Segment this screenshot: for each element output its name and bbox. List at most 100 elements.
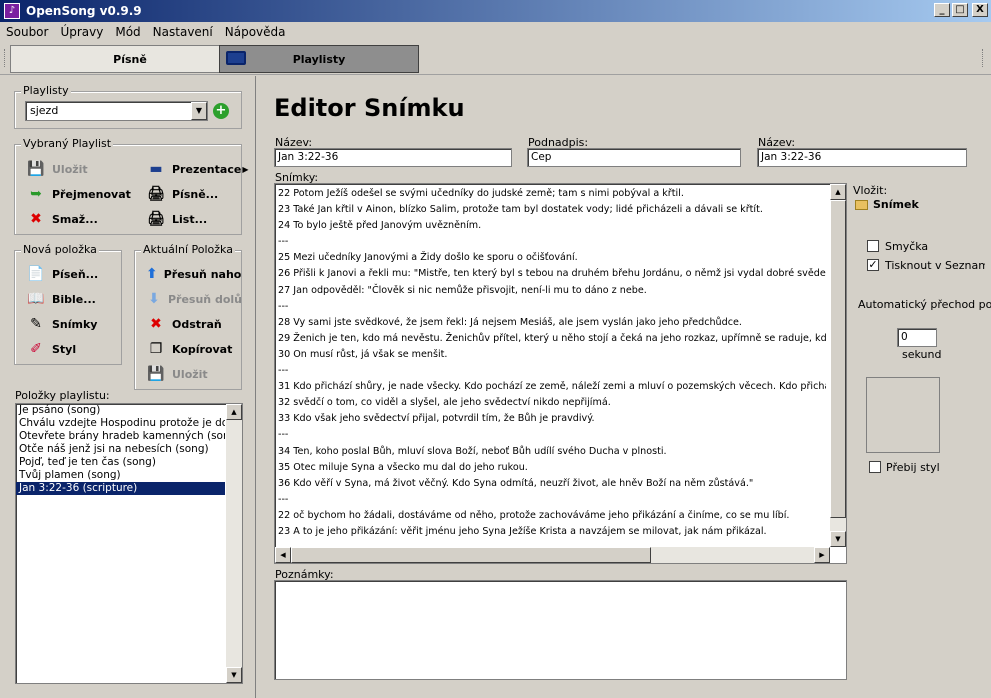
style-preview <box>866 377 940 453</box>
slide-line: 26 Přišli k Janovi a řekli mu: "Mistře, … <box>278 268 826 280</box>
title-bar: ♪ OpenSong v0.9.9 _ □ X <box>0 0 991 22</box>
move-up-button[interactable]: ⬆ Přesuň nahoru <box>146 265 242 283</box>
slide-line: 23 A to je jeho přikázání: věřit jménu j… <box>278 525 767 537</box>
playlist-select-value: sjezd <box>30 104 59 117</box>
playlist-select[interactable]: sjezd ▼ <box>25 101 208 121</box>
new-bible-button[interactable]: 📖 Bible... <box>26 290 96 308</box>
slide-line: 35 Otec miluje Syna a všecko mu dal do j… <box>278 461 528 473</box>
style-icon: ✐ <box>30 341 42 357</box>
slides-vscroll[interactable]: ▲ ▼ <box>830 184 846 547</box>
print-songs-button[interactable]: 🖨 Písně... <box>146 185 218 203</box>
add-playlist-icon[interactable]: + <box>213 103 229 119</box>
delete-playlist-label: Smaž... <box>52 212 98 226</box>
scroll-up-icon[interactable]: ▲ <box>830 184 846 200</box>
scroll-up-icon[interactable]: ▲ <box>226 404 242 420</box>
loop-checkbox[interactable] <box>867 240 879 252</box>
minimize-button[interactable]: _ <box>934 3 950 17</box>
page-title: Editor Snímku <box>274 94 465 122</box>
delete-playlist-button[interactable]: ✖ Smaž... <box>26 210 98 228</box>
scroll-thumb[interactable] <box>830 200 846 518</box>
list-item[interactable]: Pojď, teď je ten čas (song) <box>16 456 225 469</box>
auto-advance-label: Automatický přechod po:: <box>858 298 991 311</box>
list-item-selected[interactable]: Jan 3:22-36 (scripture) <box>16 482 225 495</box>
arrow-down-icon: ⬇ <box>148 291 160 307</box>
rename-playlist-button[interactable]: ➥ Přejmenovat <box>26 185 131 203</box>
new-item-legend: Nová položka <box>21 243 99 256</box>
save-item-button[interactable]: 💾 Uložit <box>146 365 208 383</box>
songs-tab-label: Písně <box>113 52 147 66</box>
new-song-button[interactable]: 📄 Píseň... <box>26 265 98 283</box>
toolbar: Písně Playlisty <box>0 43 991 75</box>
menu-help[interactable]: Nápověda <box>225 25 286 39</box>
copy-item-button[interactable]: ❐ Kopírovat <box>146 340 233 358</box>
delete-icon: ✖ <box>30 211 42 227</box>
save-playlist-button[interactable]: 💾 Uložit <box>26 160 87 178</box>
menu-file[interactable]: Soubor <box>6 25 48 39</box>
seconds-label: sekund <box>902 348 942 361</box>
move-down-button[interactable]: ⬇ Přesuň dolů <box>146 290 242 308</box>
playlist-items-label: Položky playlistu: <box>15 389 110 402</box>
subtitle-field[interactable]: Cep <box>527 148 741 167</box>
auto-advance-input[interactable]: 0 <box>897 328 937 347</box>
menu-mode[interactable]: Mód <box>115 25 140 39</box>
print-checkbox[interactable]: ✓ <box>867 259 879 271</box>
new-slides-label: Snímky <box>52 317 98 331</box>
slide-line: 25 Mezi učedníky Janovými a Židy došlo k… <box>278 252 578 264</box>
scroll-right-icon[interactable]: ▶ <box>814 547 830 563</box>
list-item[interactable]: Otevřete brány hradeb kamenných (song) <box>16 430 225 443</box>
slide-line: --- <box>278 429 289 441</box>
floppy-icon: 💾 <box>147 366 165 382</box>
insert-slide-button[interactable]: Snímek <box>855 198 919 211</box>
window-title: OpenSong v0.9.9 <box>26 4 142 18</box>
toolbar-grip[interactable] <box>4 49 7 67</box>
name2-field[interactable]: Jan 3:22-36 <box>757 148 967 167</box>
list-item[interactable]: Chválu vzdejte Hospodinu protože je dob.… <box>16 417 225 430</box>
list-item[interactable]: Je psáno (song) <box>16 404 225 417</box>
copy-icon: ❐ <box>149 341 163 357</box>
scroll-down-icon[interactable]: ▼ <box>226 667 242 683</box>
slide-line: 33 Kdo však jeho svědectví přijal, potvr… <box>278 413 595 425</box>
playlist-scrollbar[interactable]: ▲ ▼ <box>226 404 242 683</box>
list-item[interactable]: Otče náš jenž jsi na nebesích (song) <box>16 443 225 456</box>
override-style-checkbox[interactable] <box>869 461 881 473</box>
slide-line: 31 Kdo přichází shůry, je nade všecky. K… <box>278 381 826 393</box>
slide-line: 23 Také Jan křtil v Ainon, blízko Salim,… <box>278 204 763 216</box>
floppy-icon: 💾 <box>27 161 45 177</box>
playlists-tab-button[interactable]: Playlisty <box>219 45 419 73</box>
slide-line: 28 Vy sami jste svědkové, že jsem řekl: … <box>278 316 742 328</box>
slides-hscroll[interactable]: ◀ ▶ <box>275 547 830 563</box>
slide-line: --- <box>278 300 289 312</box>
save-item-label: Uložit <box>172 367 208 381</box>
list-item[interactable]: Tvůj plamen (song) <box>16 469 225 482</box>
menu-edit[interactable]: Úpravy <box>60 25 103 39</box>
scroll-left-icon[interactable]: ◀ <box>275 547 291 563</box>
new-style-button[interactable]: ✐ Styl <box>26 340 76 358</box>
slides-text: 22 Potom Ježíš odešel se svými učedníky … <box>278 186 826 540</box>
presentation-button[interactable]: ▬ Prezentace ▶ <box>146 160 248 178</box>
new-song-label: Píseň... <box>52 267 99 281</box>
songs-tab-button[interactable]: Písně <box>10 45 250 73</box>
notes-textarea[interactable] <box>274 580 847 680</box>
playlists-group-legend: Playlisty <box>21 84 71 97</box>
toolbar-grip-right[interactable] <box>982 49 985 67</box>
slide-line: 27 Jan odpověděl: "Člověk si nic nemůže … <box>278 284 647 296</box>
slides-textarea[interactable]: 22 Potom Ježíš odešel se svými učedníky … <box>274 183 847 564</box>
maximize-button[interactable]: □ <box>952 3 968 17</box>
scroll-down-icon[interactable]: ▼ <box>830 531 846 547</box>
window-controls: _ □ X <box>934 3 988 17</box>
chevron-down-icon[interactable]: ▼ <box>191 102 207 120</box>
print-list-button[interactable]: 🖨 List... <box>146 210 207 228</box>
print-label: Tisknout v Seznamu <box>885 259 985 272</box>
menu-settings[interactable]: Nastavení <box>153 25 213 39</box>
slide-line: 30 On musí růst, já však se menšit. <box>278 348 448 360</box>
close-button[interactable]: X <box>972 3 988 17</box>
remove-item-button[interactable]: ✖ Odstraň <box>146 315 222 333</box>
name-field[interactable]: Jan 3:22-36 <box>274 148 512 167</box>
playlist-items-list[interactable]: Je psáno (song) Chválu vzdejte Hospodinu… <box>15 403 243 684</box>
slide-line: --- <box>278 236 289 248</box>
hscroll-thumb[interactable] <box>291 547 651 563</box>
remove-item-label: Odstraň <box>172 317 222 331</box>
loop-label: Smyčka <box>885 240 929 253</box>
slide-line: --- <box>278 365 289 377</box>
new-slides-button[interactable]: ✎ Snímky <box>26 315 97 333</box>
